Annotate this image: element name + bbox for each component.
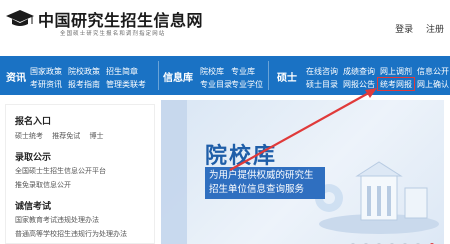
nav-link-national-policy[interactable]: 国家政策 (30, 66, 62, 77)
promo-banner[interactable]: 院校库 为用户提供权威的研究生招生单位信息查询服务 (161, 100, 444, 244)
group-heading-integrity: 诚信考试 (15, 202, 52, 212)
nav-link-major-db[interactable]: 专业库 (231, 66, 255, 77)
link-master-unified-exam[interactable]: 硕士统考 (15, 132, 43, 140)
site-subtitle: 全国硕士研究生报名和调剂指定网站 (60, 31, 166, 37)
highlight-box (377, 77, 415, 91)
register-link[interactable]: 注册 (426, 25, 444, 35)
banner-title: 院校库 (205, 144, 278, 169)
nav-link-master-catalog[interactable]: 硕士目录 (306, 79, 338, 90)
link-info-platform[interactable]: 全国硕士生招生信息公开平台 (15, 166, 106, 176)
nav-link-exam-news[interactable]: 考研资讯 (30, 79, 62, 90)
nav-section-news[interactable]: 资讯 (6, 69, 26, 84)
nav-link-online-adjust[interactable]: 网上调剂 (380, 66, 412, 77)
link-exemption-disclosure[interactable]: 推免录取信息公开 (15, 180, 71, 190)
carousel-indicators (351, 232, 438, 244)
nav-link-apply-guide[interactable]: 报考指南 (68, 79, 100, 90)
quick-links-panel: 报名入口 硕士统考 推荐免试 博士 录取公示 全国硕士生招生信息公开平台 推免录… (5, 104, 155, 244)
link-recommended-exemption[interactable]: 推荐免试 (52, 132, 80, 140)
nav-section-database[interactable]: 信息库 (163, 69, 193, 84)
link-admission-violation-rules[interactable]: 普通高等学校招生违规行为处理办法 (15, 229, 127, 239)
link-exam-violation-rules[interactable]: 国家教育考试违规处理办法 (15, 215, 99, 225)
nav-link-registration-notice[interactable]: 网报公告 (343, 79, 375, 90)
nav-link-school-db[interactable]: 院校库 (200, 66, 224, 77)
nav-link-score-query[interactable]: 成绩查询 (343, 66, 375, 77)
nav-section-master[interactable]: 硕士 (277, 69, 297, 84)
nav-link-online-confirm[interactable]: 网上确认 (417, 79, 449, 90)
nav-link-major-catalog[interactable]: 专业目录 (200, 79, 232, 90)
nav-link-online-consult[interactable]: 在线咨询 (306, 66, 338, 77)
account-links: 登录 注册 (385, 22, 444, 35)
site-header: 中国研究生招生信息网 全国硕士研究生报名和调剂指定网站 登录 注册 (0, 0, 450, 56)
nav-link-info-disclosure[interactable]: 信息公开 (417, 66, 449, 77)
nav-divider (268, 61, 269, 90)
registration-links: 硕士统考 推荐免试 博士 (15, 131, 110, 141)
group-heading-admission-notice: 录取公示 (15, 153, 52, 163)
login-link[interactable]: 登录 (395, 25, 413, 35)
banner-subtitle: 为用户提供权威的研究生招生单位信息查询服务 (205, 167, 325, 199)
nav-link-admission-guide[interactable]: 招生简章 (106, 66, 138, 77)
nav-link-professional-degree[interactable]: 专业学位 (231, 79, 263, 90)
nav-divider (158, 61, 159, 90)
group-heading-registration: 报名入口 (15, 117, 52, 127)
link-doctor[interactable]: 博士 (89, 132, 103, 140)
graduation-cap-icon (6, 10, 34, 26)
banner-side-strip (161, 100, 187, 244)
site-title[interactable]: 中国研究生招生信息网 (38, 7, 203, 31)
nav-link-school-policy[interactable]: 院校政策 (68, 66, 100, 77)
nav-link-management-exam[interactable]: 管理类联考 (106, 79, 146, 90)
